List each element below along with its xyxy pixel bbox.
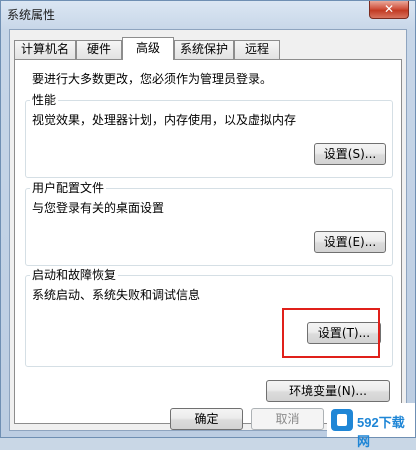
environment-variables-button[interactable]: 环境变量(N)...	[266, 380, 390, 402]
tab-advanced[interactable]: 高级	[122, 37, 174, 60]
tab-computer-name[interactable]: 计算机名	[14, 40, 76, 59]
advanced-tab-panel: 要进行大多数更改，您必须作为管理员登录。 性能 视觉效果，处理器计划，内存使用，…	[14, 59, 402, 424]
startup-recovery-description: 系统启动、系统失败和调试信息	[32, 288, 201, 302]
admin-notice: 要进行大多数更改，您必须作为管理员登录。	[32, 72, 273, 86]
performance-settings-button[interactable]: 设置(S)...	[314, 143, 386, 165]
user-profiles-settings-button[interactable]: 设置(E)...	[314, 231, 386, 253]
dialog-client-area: 计算机名 硬件 高级 系统保护 远程 要进行大多数更改，您必须作为管理员登录。 …	[9, 29, 407, 431]
ok-button[interactable]: 确定	[170, 408, 243, 430]
startup-recovery-group-label: 启动和故障恢复	[30, 267, 119, 283]
watermark-text: 592下载网	[357, 415, 405, 449]
window-title: 系统属性	[7, 8, 56, 22]
performance-group-label: 性能	[30, 92, 59, 108]
tab-remote[interactable]: 远程	[234, 40, 280, 59]
startup-recovery-group: 启动和故障恢复 系统启动、系统失败和调试信息 设置(T)...	[25, 267, 393, 367]
watermark-logo-icon	[331, 409, 353, 431]
tab-system-protection[interactable]: 系统保护	[174, 40, 234, 59]
startup-recovery-settings-button[interactable]: 设置(T)...	[307, 322, 381, 344]
system-properties-window: 系统属性 ✕ 计算机名 硬件 高级 系统保护 远程 要进行大多数更改，您必须作为…	[0, 0, 416, 449]
site-watermark: 592下载网	[327, 403, 415, 449]
performance-description: 视觉效果，处理器计划，内存使用，以及虚拟内存	[32, 113, 297, 127]
user-profiles-group: 用户配置文件 与您登录有关的桌面设置 设置(E)...	[25, 180, 393, 266]
close-button[interactable]: ✕	[369, 1, 409, 19]
user-profiles-description: 与您登录有关的桌面设置	[32, 201, 165, 215]
tab-hardware[interactable]: 硬件	[76, 40, 122, 59]
cancel-button[interactable]: 取消	[251, 408, 324, 430]
performance-group: 性能 视觉效果，处理器计划，内存使用，以及虚拟内存 设置(S)...	[25, 92, 393, 178]
user-profiles-group-label: 用户配置文件	[30, 180, 107, 196]
